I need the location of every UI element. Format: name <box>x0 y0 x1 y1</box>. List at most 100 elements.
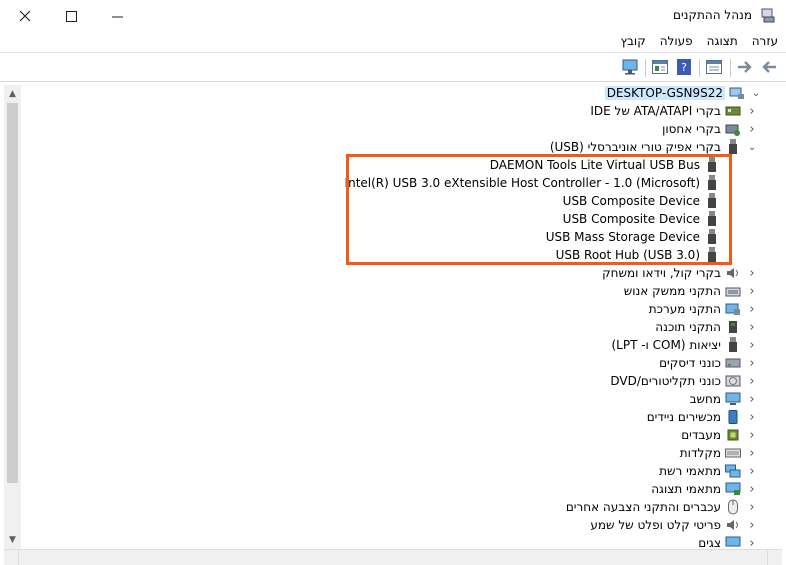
chevron-right-icon[interactable]: ‹ <box>747 104 757 119</box>
chevron-right-icon[interactable]: ‹ <box>747 536 757 551</box>
horizontal-scrollbar[interactable] <box>4 549 782 565</box>
tree-category-label: מתאמי רשת <box>659 464 721 478</box>
tree-category[interactable]: ‹ בקרי אחסון <box>662 120 757 138</box>
scan-hardware-button[interactable] <box>621 58 639 76</box>
scroll-thumb[interactable] <box>7 103 18 483</box>
tree-category[interactable]: ‹ מחשב <box>690 390 757 408</box>
minimize-button[interactable] <box>94 0 140 32</box>
tree-category-label: מקלדות <box>679 446 721 460</box>
forward-icon <box>738 61 752 73</box>
ide-controller-icon <box>725 103 741 119</box>
vertical-scrollbar[interactable]: ▲ ▼ <box>4 85 21 549</box>
chevron-right-icon[interactable]: ‹ <box>747 446 757 461</box>
tree-category[interactable]: ‹ עכברים והתקני הצבעה אחרים <box>566 498 757 516</box>
tree-category-label: כונני דיסקים <box>659 356 721 370</box>
tree-category[interactable]: ‹ מתאמי תצוגה <box>651 480 757 498</box>
chevron-right-icon[interactable]: ‹ <box>747 284 757 299</box>
chevron-right-icon[interactable]: ‹ <box>747 518 757 533</box>
chevron-down-icon[interactable]: ⌄ <box>751 88 761 99</box>
tree-category-label: בקרי ATA/ATAPI של IDE <box>590 104 721 118</box>
highlight-box <box>346 154 732 265</box>
update-driver-icon <box>652 60 668 74</box>
window-title: מנהל ההתקנים <box>673 8 752 22</box>
help-icon: ? <box>677 59 691 75</box>
tree-category[interactable]: ‹ מכשירים ניידים <box>647 408 757 426</box>
tree-category[interactable]: ‹ התקני ממשק אנוש <box>624 282 757 300</box>
tree-category-label: עכברים והתקני הצבעה אחרים <box>565 500 721 514</box>
chevron-right-icon[interactable]: ‹ <box>747 410 757 425</box>
chevron-right-icon[interactable]: ‹ <box>747 392 757 407</box>
tree-category-label: בקרי אפיק טורי אוניברסלי (USB) <box>549 140 721 154</box>
tree-category[interactable]: ‹ מעבדים <box>681 426 757 444</box>
tree-category-label: מכשירים ניידים <box>646 410 721 424</box>
chevron-right-icon[interactable]: ‹ <box>747 266 757 281</box>
chevron-right-icon[interactable]: ‹ <box>747 500 757 515</box>
port-icon <box>725 337 741 353</box>
chevron-right-icon[interactable]: ‹ <box>747 356 757 371</box>
dvd-icon <box>725 373 741 389</box>
chevron-right-icon[interactable]: ‹ <box>747 482 757 497</box>
back-button[interactable] <box>760 58 778 76</box>
toolbar: ? <box>0 53 786 82</box>
menu-bar: קובץ פעולה תצוגה עזרה <box>0 32 786 53</box>
portable-device-icon <box>725 409 741 425</box>
minimize-icon <box>111 16 123 17</box>
tree-category[interactable]: ‹ פריטי קלט ופלט של שמע <box>590 516 757 534</box>
tree-category[interactable]: ‹ יציאות (COM ו- LPT) <box>611 336 757 354</box>
tree-category[interactable]: ‹ התקני תוכנה <box>655 318 757 336</box>
close-button[interactable] <box>2 0 48 32</box>
tree-category-label: צגים <box>698 536 721 550</box>
tree-category[interactable]: ‹ התקני מערכת <box>649 300 757 318</box>
help-button[interactable]: ? <box>675 58 693 76</box>
system-devices-icon <box>725 301 741 317</box>
hid-icon <box>725 283 741 299</box>
display-adapter-icon <box>725 481 741 497</box>
scan-hardware-icon <box>622 59 637 75</box>
update-driver-button[interactable] <box>651 58 669 76</box>
chevron-right-icon[interactable]: ‹ <box>747 302 757 317</box>
maximize-button[interactable] <box>48 0 94 32</box>
software-devices-icon <box>725 319 741 335</box>
chevron-down-icon[interactable]: ⌄ <box>747 142 757 153</box>
tree-category[interactable]: ‹ מתאמי רשת <box>659 462 757 480</box>
tree-category-label: יציאות (COM ו- LPT) <box>611 338 721 352</box>
disk-drive-icon <box>725 355 741 371</box>
maximize-icon <box>65 10 77 22</box>
tree-category[interactable]: ‹ מקלדות <box>680 444 757 462</box>
chevron-right-icon[interactable]: ‹ <box>747 464 757 479</box>
chevron-right-icon[interactable]: ‹ <box>747 338 757 353</box>
keyboard-icon <box>725 445 741 461</box>
tree-category-label: מחשב <box>689 392 721 406</box>
menu-file[interactable]: קובץ <box>621 34 646 48</box>
forward-button[interactable] <box>736 58 754 76</box>
chevron-right-icon[interactable]: ‹ <box>747 374 757 389</box>
computer-root-icon <box>729 85 745 101</box>
tree-category[interactable]: ‹ כונני תקליטורים/DVD <box>610 372 757 390</box>
svg-text:?: ? <box>681 61 687 74</box>
menu-view[interactable]: תצוגה <box>707 34 738 48</box>
properties-button[interactable] <box>705 58 723 76</box>
tree-category[interactable]: ‹ בקרי קול, וידאו ומשחק <box>602 264 757 282</box>
tree-category-label: מתאמי תצוגה <box>651 482 721 496</box>
tree-root[interactable]: ⌄ DESKTOP-GSN9S22 <box>604 84 761 102</box>
tree-category-label: התקני תוכנה <box>655 320 721 334</box>
tree-category-label: בקרי אחסון <box>662 122 721 136</box>
tree-category-label: כונני תקליטורים/DVD <box>610 374 721 388</box>
tree-category-label: התקני ממשק אנוש <box>623 284 721 298</box>
chevron-right-icon[interactable]: ‹ <box>747 122 757 137</box>
scroll-down-icon[interactable]: ▼ <box>6 533 19 547</box>
menu-action[interactable]: פעולה <box>660 34 693 48</box>
storage-controller-icon <box>725 121 741 137</box>
network-adapter-icon <box>725 463 741 479</box>
menu-help[interactable]: עזרה <box>752 34 778 48</box>
chevron-right-icon[interactable]: ‹ <box>747 428 757 443</box>
properties-icon <box>706 60 722 74</box>
back-icon <box>762 61 776 73</box>
tree-category[interactable]: ‹ בקרי ATA/ATAPI של IDE <box>590 102 757 120</box>
audio-io-icon <box>725 517 741 533</box>
tree-category[interactable]: ‹ כונני דיסקים <box>659 354 757 372</box>
close-icon <box>19 10 31 22</box>
root-label: DESKTOP-GSN9S22 <box>604 86 725 100</box>
scroll-up-icon[interactable]: ▲ <box>6 87 19 101</box>
chevron-right-icon[interactable]: ‹ <box>747 320 757 335</box>
